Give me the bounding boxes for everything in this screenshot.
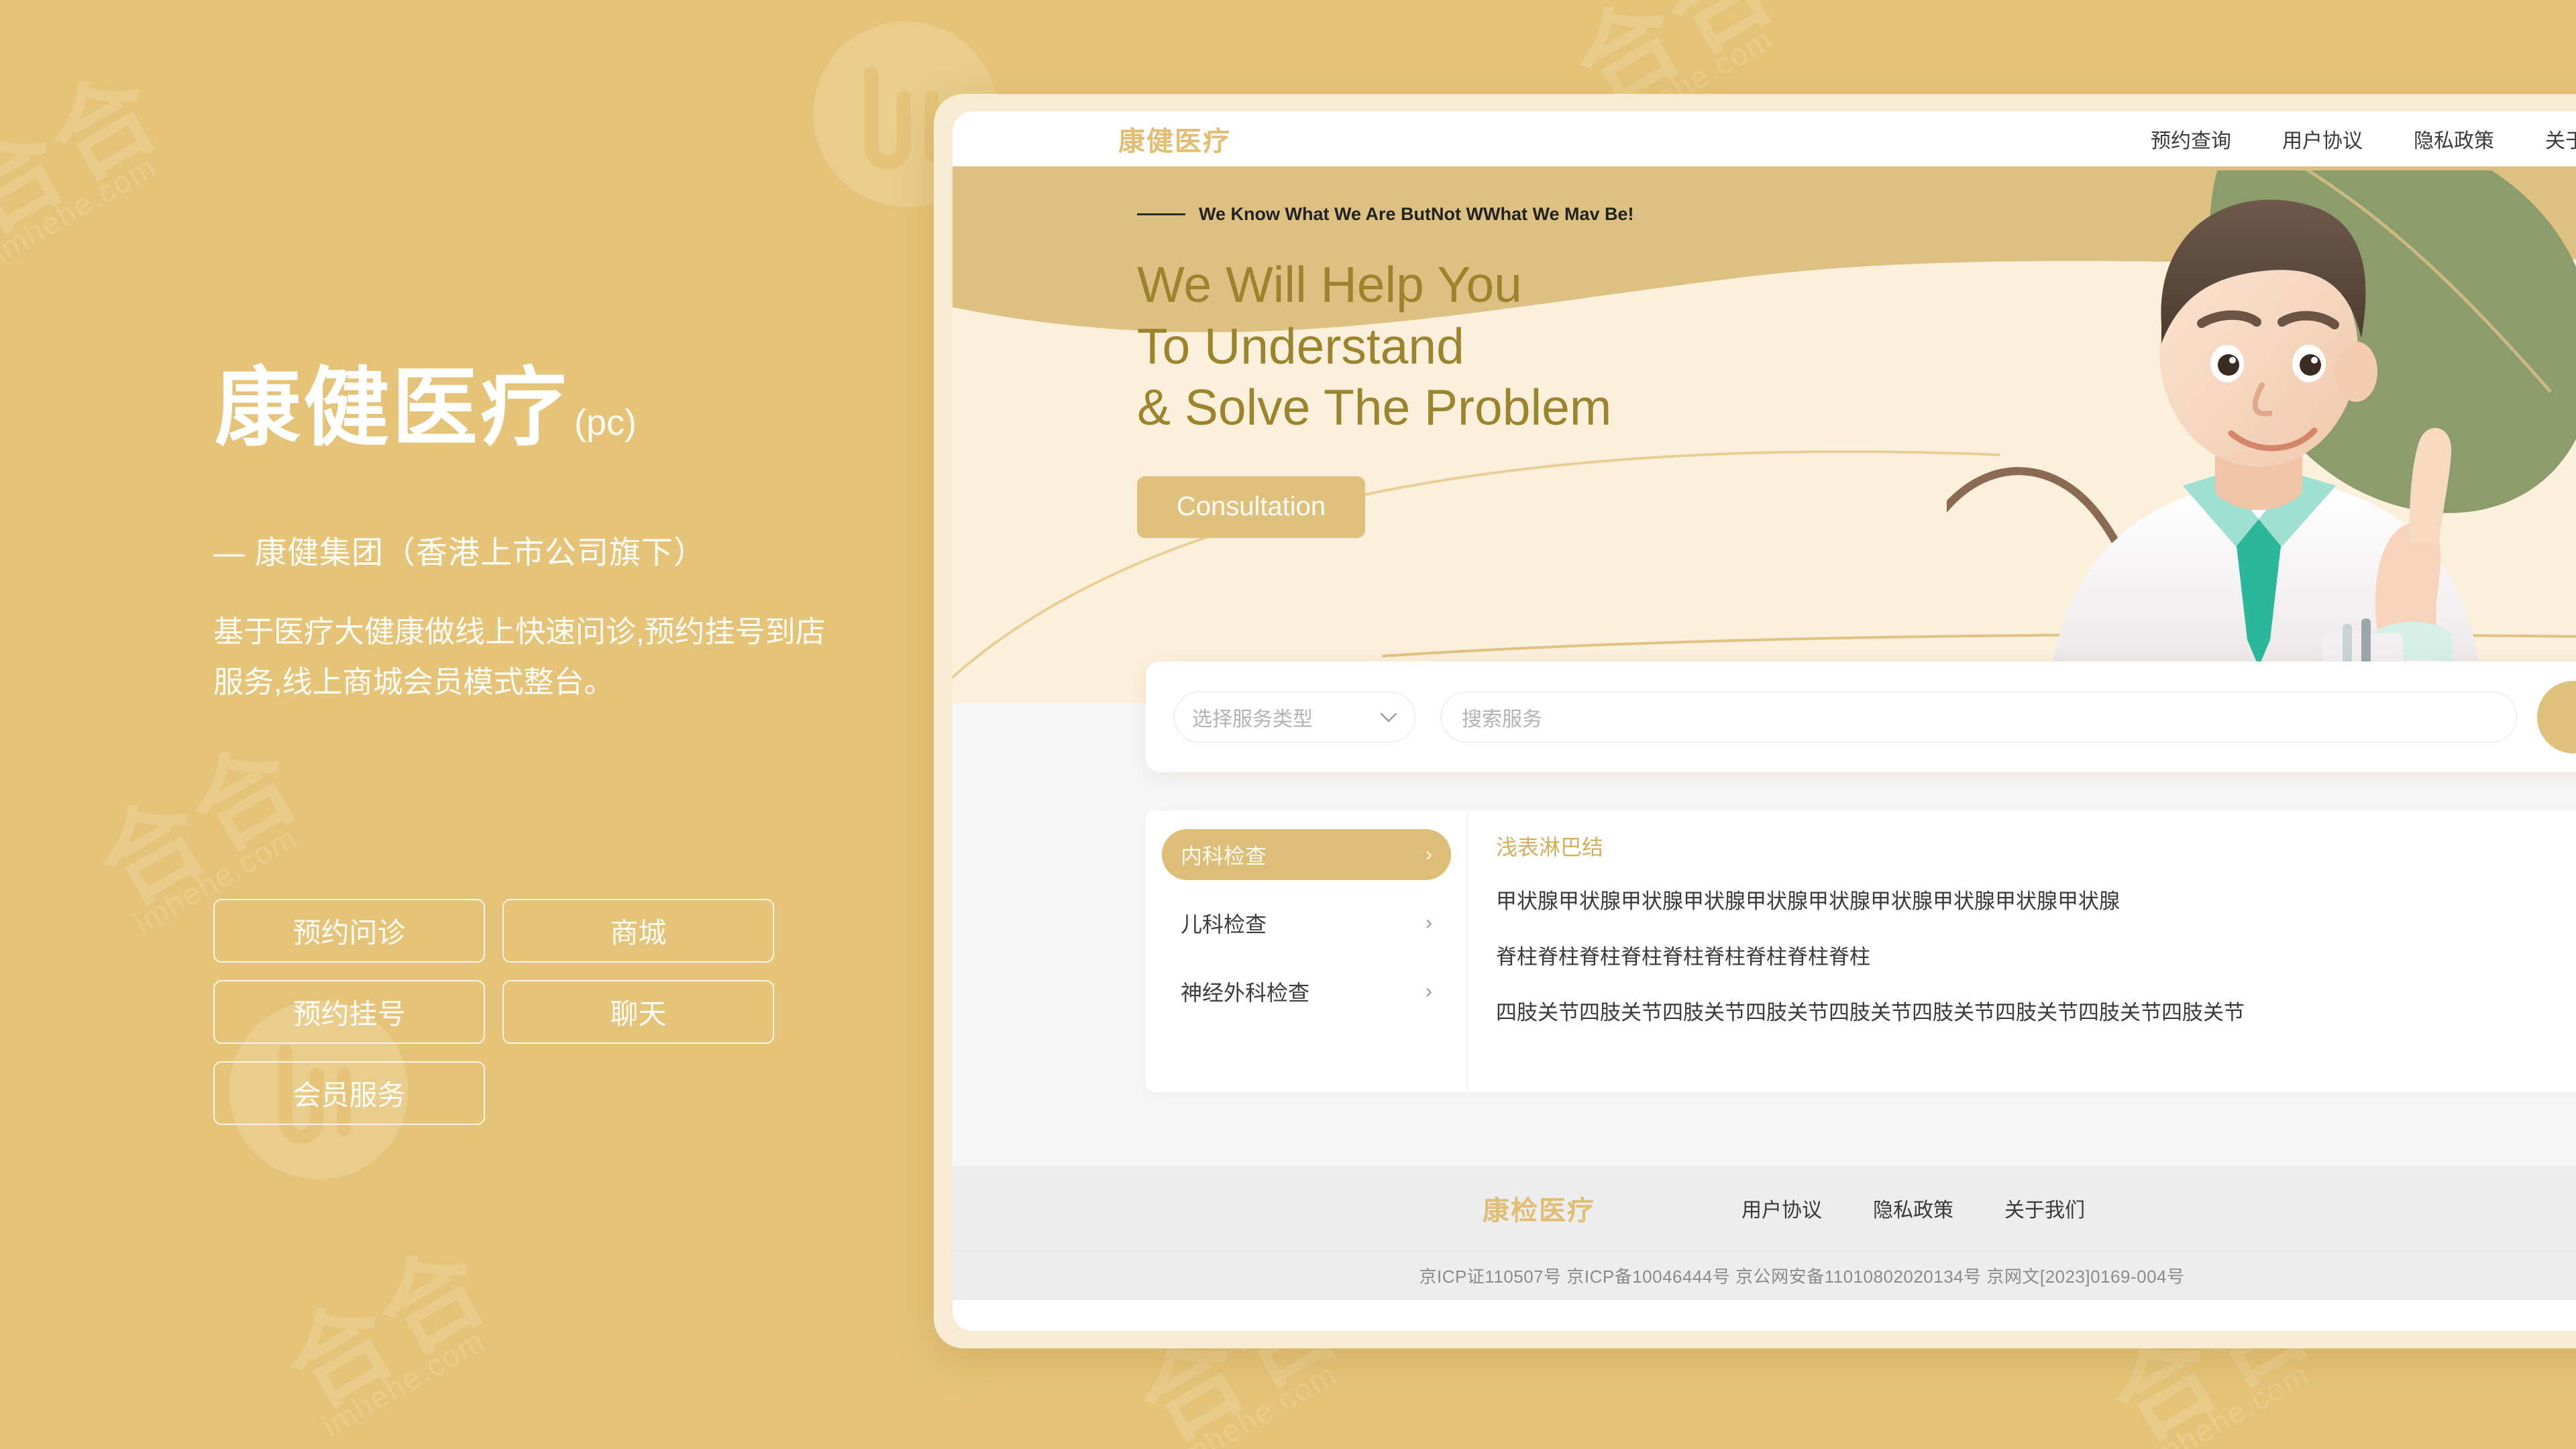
category-item-pediatrics[interactable]: 儿科检查 › bbox=[1162, 898, 1451, 949]
list-item[interactable]: 脊柱脊柱脊柱脊柱脊柱脊柱脊柱脊柱脊柱 bbox=[1496, 940, 2576, 970]
hero-headline-line-1: We Will Help You bbox=[1137, 256, 1522, 313]
brand-block: 康健医疗 (pc) bbox=[215, 366, 637, 451]
cta-button-chat[interactable]: 聊天 bbox=[502, 980, 774, 1044]
service-list: 浅表淋巴结 甲状腺甲状腺甲状腺甲状腺甲状腺甲状腺甲状腺甲状腺甲状腺甲状腺 脊柱脊… bbox=[1468, 810, 2576, 1092]
nav-item-about-us[interactable]: 关于我们 bbox=[2520, 124, 2576, 154]
search-bar: 选择服务类型 搜索服务 bbox=[1146, 661, 2576, 772]
platform-suffix: (pc) bbox=[574, 402, 637, 443]
category-list: 内科检查 › 儿科检查 › 神经外科检查 › bbox=[1146, 810, 1468, 1092]
list-item[interactable]: 四肢关节四肢关节四肢关节四肢关节四肢关节四肢关节四肢关节四肢关节四肢关节 bbox=[1496, 996, 2576, 1026]
footer-top-row: 康检医疗 用户协议 隐私政策 关于我们 bbox=[953, 1166, 2576, 1250]
cta-button-membership[interactable]: 会员服务 bbox=[213, 1061, 485, 1125]
brand-description: 基于医疗大健康做线上快速问诊,预约挂号到店服务,线上商城会员模式整台。 bbox=[213, 614, 826, 699]
chevron-down-icon bbox=[1380, 708, 1397, 727]
footer-links: 用户协议 隐私政策 关于我们 bbox=[1716, 1193, 2110, 1223]
category-label: 儿科检查 bbox=[1181, 912, 1267, 936]
hero-headline: We Will Help You To Understand & Solve T… bbox=[1137, 254, 1634, 439]
service-list-title: 浅表淋巴结 bbox=[1496, 835, 1604, 859]
chevron-right-icon: › bbox=[1426, 843, 1432, 865]
site-nav: 预约查询 用户协议 隐私政策 关于我们 bbox=[2125, 124, 2576, 154]
chevron-right-icon: › bbox=[1426, 912, 1432, 934]
hero-eyebrow-text: We Know What We Are ButNot WWhat We Mav … bbox=[1199, 204, 1634, 224]
cta-button-mall[interactable]: 商城 bbox=[502, 899, 774, 963]
nav-item-user-agreement[interactable]: 用户协议 bbox=[2257, 124, 2388, 154]
hero-banner: We Know What We Are ButNot WWhat We Mav … bbox=[953, 166, 2576, 703]
hero-text-block: We Know What We Are ButNot WWhat We Mav … bbox=[1137, 204, 1634, 538]
service-type-select[interactable]: 选择服务类型 bbox=[1174, 691, 1415, 743]
search-input-placeholder: 搜索服务 bbox=[1462, 708, 1542, 731]
browser-viewport: 康健医疗 预约查询 用户协议 隐私政策 关于我们 bbox=[953, 111, 2576, 1331]
category-item-neurosurgery[interactable]: 神经外科检查 › bbox=[1162, 966, 1451, 1017]
service-browser-panel: 内科检查 › 儿科检查 › 神经外科检查 › 浅表淋巴结 甲状腺甲状腺甲状腺甲状… bbox=[1146, 810, 2576, 1092]
footer-link-user-agreement[interactable]: 用户协议 bbox=[1716, 1193, 1847, 1223]
consultation-button[interactable]: Consultation bbox=[1137, 476, 1365, 538]
page-title: 康健医疗 bbox=[215, 358, 570, 458]
site-footer: 康检医疗 用户协议 隐私政策 关于我们 京ICP证110507号 京ICP备10… bbox=[953, 1166, 2576, 1300]
category-label: 内科检查 bbox=[1181, 844, 1267, 868]
left-hero-panel: 康健医疗 (pc) — 康健集团（香港上市公司旗下） 基于医疗大健康做线上快速问… bbox=[0, 0, 932, 1449]
footer-bottom-row: 京ICP证110507号 京ICP备10046444号 京公网安备1101080… bbox=[953, 1250, 2576, 1299]
hero-headline-line-3: & Solve The Problem bbox=[1137, 379, 1612, 435]
list-item[interactable]: 甲状腺甲状腺甲状腺甲状腺甲状腺甲状腺甲状腺甲状腺甲状腺甲状腺 bbox=[1496, 884, 2576, 914]
icp-license-text: 京ICP证110507号 京ICP备10046444号 京公网安备1101080… bbox=[1419, 1266, 2185, 1287]
chevron-right-icon: › bbox=[1426, 980, 1432, 1002]
footer-link-about-us[interactable]: 关于我们 bbox=[1979, 1193, 2110, 1223]
footer-link-privacy-policy[interactable]: 隐私政策 bbox=[1847, 1193, 1979, 1223]
hero-eyebrow: We Know What We Are ButNot WWhat We Mav … bbox=[1137, 204, 1634, 225]
site-body: 选择服务类型 搜索服务 内科检查 › 儿科检查 › 神经外科检查 › 浅表淋巴结… bbox=[953, 661, 2576, 1166]
site-logo: 康健医疗 bbox=[1118, 126, 1231, 157]
cta-button-consult[interactable]: 预约问诊 bbox=[213, 899, 485, 963]
watermark-url: imhehe.com bbox=[1168, 1356, 1343, 1449]
cta-button-register[interactable]: 预约挂号 bbox=[213, 980, 485, 1044]
footer-logo: 康检医疗 bbox=[1483, 1195, 1595, 1226]
browser-window-mock: 康健医疗 预约查询 用户协议 隐私政策 关于我们 bbox=[934, 94, 2576, 1348]
category-item-internal-medicine[interactable]: 内科检查 › bbox=[1162, 829, 1451, 880]
doctor-illustration bbox=[1947, 170, 2576, 703]
cta-button-group: 预约问诊 商城 预约挂号 聊天 会员服务 bbox=[213, 899, 804, 1125]
service-type-placeholder: 选择服务类型 bbox=[1192, 708, 1313, 731]
brand-tagline: — 康健集团（香港上市公司旗下） bbox=[213, 535, 706, 570]
category-label: 神经外科检查 bbox=[1181, 981, 1310, 1005]
site-header: 康健医疗 预约查询 用户协议 隐私政策 关于我们 bbox=[953, 111, 2576, 166]
eyebrow-dash-icon bbox=[1137, 213, 1185, 215]
hero-headline-line-2: To Understand bbox=[1137, 317, 1464, 374]
nav-item-appointment-query[interactable]: 预约查询 bbox=[2125, 124, 2257, 154]
watermark-url: imhehe.com bbox=[2141, 1356, 2316, 1449]
search-submit-button[interactable] bbox=[2537, 680, 2576, 753]
nav-item-privacy-policy[interactable]: 隐私政策 bbox=[2388, 124, 2520, 154]
search-input[interactable]: 搜索服务 bbox=[1441, 691, 2517, 743]
